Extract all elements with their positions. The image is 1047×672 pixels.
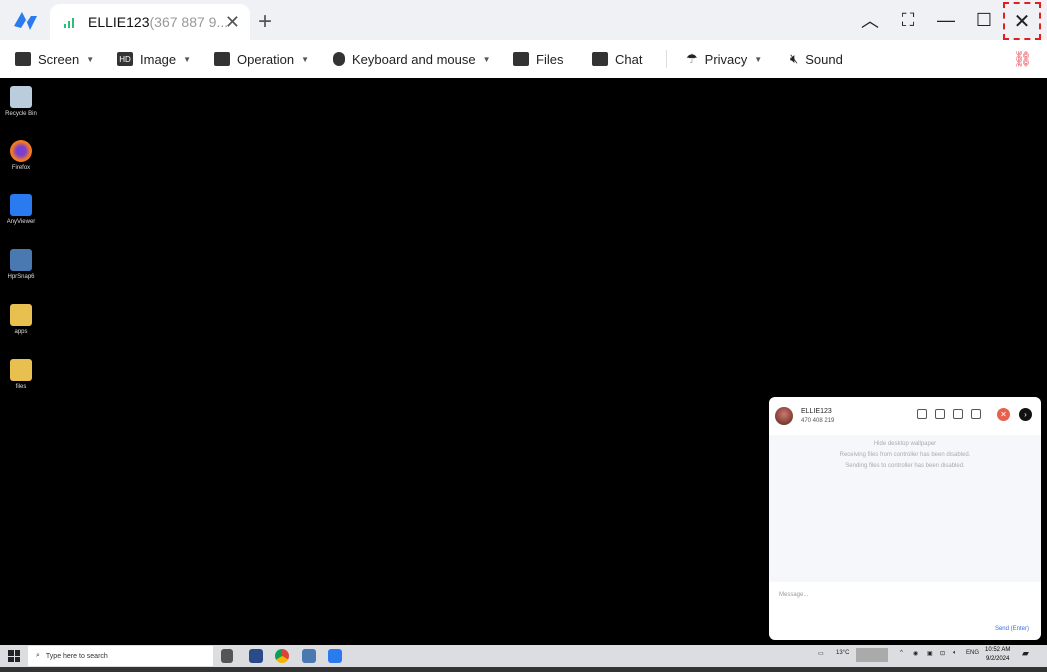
recycle-bin-icon (10, 86, 32, 108)
anyviewer-logo-icon (14, 12, 37, 30)
operation-label: Operation (237, 51, 295, 67)
umbrella-icon: ☂ (686, 51, 698, 66)
mouse-lock-icon[interactable] (917, 409, 927, 419)
chat-message: Sending files to controller has been dis… (845, 463, 965, 469)
privacy-label: Privacy (704, 51, 748, 67)
disconnect-icon[interactable]: ⛓ (1013, 40, 1032, 78)
screen-icon (15, 52, 31, 66)
pixelated-area (856, 648, 888, 662)
volume-icon[interactable]: 🔈︎ (953, 650, 957, 657)
keyboard-mouse-label: Keyboard and mouse (352, 51, 476, 67)
avatar (775, 407, 793, 425)
clock[interactable]: 10:52 AM 9/2/2024 (985, 646, 1010, 664)
send-button[interactable]: Send (Enter) (995, 626, 1029, 632)
desktop-icon-firefox[interactable]: Firefox (2, 140, 40, 171)
chrome-icon[interactable] (275, 649, 289, 663)
folder-icon (10, 304, 32, 326)
image-label: Image (140, 51, 177, 67)
chat-messages: Hide desktop wallpaper Receiving files f… (769, 435, 1041, 582)
search-placeholder: Type here to search (45, 652, 108, 660)
sound-icon[interactable] (935, 409, 945, 419)
icon-label: HprSnap6 (7, 274, 35, 280)
hprsnap-taskbar-icon[interactable] (302, 649, 316, 663)
folder-upload-icon[interactable] (971, 409, 981, 419)
weather-temp[interactable]: 13°C (836, 650, 849, 656)
end-session-button[interactable]: ✕ (997, 408, 1010, 421)
search-icon: ⌕ (36, 652, 40, 659)
message-input[interactable]: Message... (769, 582, 1041, 608)
chat-label: Chat (615, 51, 643, 67)
anyviewer-icon (10, 194, 32, 216)
date: 9/2/2024 (986, 656, 1010, 662)
desktop-icon-apps[interactable]: apps (2, 304, 40, 335)
hprsnap-icon (10, 249, 32, 271)
tray-chevron-icon[interactable]: ^ (900, 650, 903, 656)
bottom-border (0, 667, 1047, 672)
chat-message: Receiving files from controller has been… (839, 452, 971, 458)
network-icon[interactable]: ⊡ (940, 650, 945, 657)
hd-icon: HD (117, 52, 133, 66)
screen-menu[interactable]: Screen ▼ (15, 40, 94, 78)
minimize-icon[interactable]: — (934, 8, 958, 32)
chat-user-name: ELLIE123 (801, 408, 832, 415)
session-tab[interactable]: ELLIE123 (367 887 9... ✕ (50, 4, 250, 40)
title-bar: ELLIE123 (367 887 9... ✕ + ︿ ⛶ — ☐ ✕ (0, 0, 1047, 40)
chat-panel: ELLIE123 470 408 219 ✕ › Hide desktop wal… (769, 397, 1041, 640)
tray-record-icon[interactable]: ◉ (913, 650, 918, 657)
collapse-chat-button[interactable]: › (1019, 408, 1032, 421)
taskbar-search[interactable]: ⌕ Type here to search (28, 646, 213, 666)
chat-button[interactable]: Chat (592, 40, 642, 78)
desktop-icon-recycle-bin[interactable]: Recycle Bin (2, 86, 40, 117)
image-menu[interactable]: HD Image ▼ (117, 40, 191, 78)
icon-label: AnyViewer (6, 219, 36, 225)
sound-button[interactable]: 🔇︎ Sound (790, 40, 843, 78)
icon-label: files (15, 384, 27, 390)
language[interactable]: ENG (966, 650, 979, 656)
folder-download-icon[interactable] (953, 409, 963, 419)
chat-icon (592, 52, 608, 66)
time: 10:52 AM (985, 647, 1011, 653)
mouse-icon (333, 52, 345, 66)
tray-app-icon[interactable]: ▣ (927, 650, 933, 657)
taskbar: ⌕ Type here to search ▭ 13°C ^ ◉ ▣ ⊡ 🔈︎ E… (0, 645, 1047, 667)
icon-label: apps (14, 329, 28, 335)
files-button[interactable]: Files (513, 40, 563, 78)
close-tab-icon[interactable]: ✕ (225, 12, 240, 33)
screen-label: Screen (38, 51, 80, 67)
folder-icon (10, 359, 32, 381)
sound-label: Sound (805, 51, 843, 67)
divider (666, 50, 667, 68)
chat-user-id: 470 408 219 (801, 418, 835, 424)
close-window-button[interactable]: ✕ (1003, 2, 1041, 40)
windows-start-icon[interactable] (8, 650, 20, 662)
tab-name: ELLIE123 (88, 14, 150, 30)
task-view-icon[interactable] (221, 649, 233, 663)
folder-icon (513, 52, 529, 66)
app-icon[interactable] (249, 649, 263, 663)
firefox-icon (10, 140, 32, 162)
toolbar: Screen ▼ HD Image ▼ Operation ▼ Keyboard and… (0, 40, 1047, 78)
chat-message: Hide desktop wallpaper (873, 441, 937, 447)
anyviewer-taskbar-icon[interactable] (328, 649, 342, 663)
tab-id: (367 887 9... (149, 14, 229, 30)
sound-muted-icon: 🔇︎ (790, 51, 799, 66)
weather-icon: ▭ (818, 651, 824, 657)
signal-icon (64, 16, 78, 28)
notification-icon[interactable]: ▰ (1022, 648, 1029, 659)
icon-label: Firefox (11, 165, 31, 171)
keyboard-mouse-menu[interactable]: Keyboard and mouse ▼ (333, 40, 491, 78)
operation-menu[interactable]: Operation ▼ (214, 40, 309, 78)
maximize-icon[interactable]: ☐ (972, 8, 996, 32)
desktop-icon-anyviewer[interactable]: AnyViewer (2, 194, 40, 225)
desktop-icon-hprsnap6[interactable]: HprSnap6 (2, 249, 40, 280)
new-tab-button[interactable]: + (258, 8, 272, 36)
chevron-up-icon[interactable]: ︿ (858, 8, 882, 32)
files-label: Files (536, 51, 564, 67)
desktop-icon-files[interactable]: files (2, 359, 40, 390)
privacy-menu[interactable]: ☂ Privacy ▼ (686, 40, 762, 78)
icon-label: Recycle Bin (5, 111, 37, 117)
fullscreen-icon[interactable]: ⛶ (896, 8, 920, 32)
keyboard-icon (214, 52, 230, 66)
